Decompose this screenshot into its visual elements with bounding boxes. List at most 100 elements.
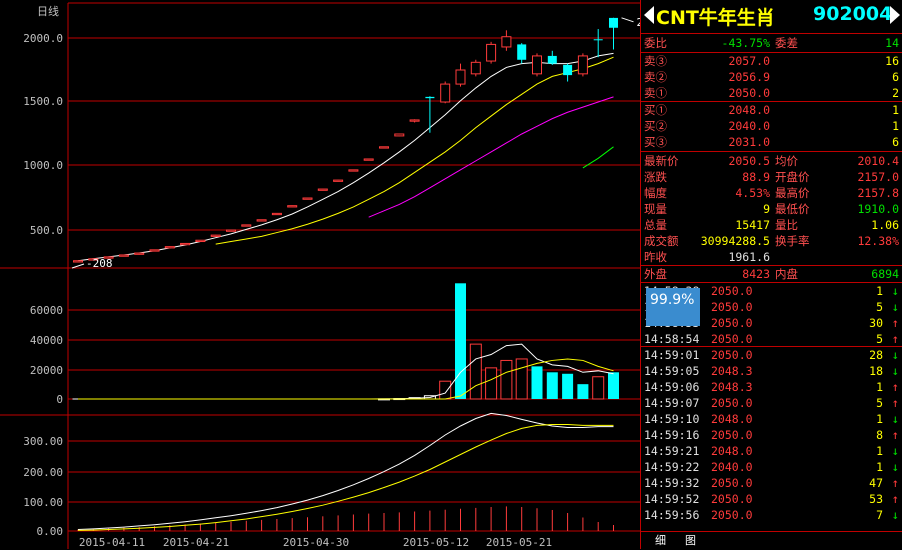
period-label: 日线	[37, 4, 59, 18]
quote-label: 成交额	[644, 234, 679, 248]
bid-price: 2040.0	[728, 119, 770, 133]
bid-volume: 1	[892, 119, 899, 133]
volume-axis-label: 0	[56, 393, 63, 406]
indicator-axis-label: 0.00	[37, 525, 64, 538]
ask-label: 卖①	[644, 86, 667, 100]
tick-row: 14:59:52 2050.0 53 ↑	[641, 491, 902, 507]
volume-axis-label: 20000	[30, 364, 63, 377]
quote-row: 昨收 1961.6	[641, 249, 902, 265]
outer-inner-row: 外盘 8423 内盘 6894	[641, 266, 902, 282]
indicator-axis-label: 200.00	[23, 466, 63, 479]
quote-value: 12.38%	[857, 234, 899, 248]
quote-label: 量比	[775, 218, 798, 232]
tick-volume: 7	[876, 508, 883, 522]
candle-body	[563, 64, 573, 76]
quote-row: 幅度 4.53% 最高价 2157.8	[641, 185, 902, 201]
tick-row: 14:59:07 2050.0 5 ↑	[641, 395, 902, 411]
tick-direction-icon: ↑	[891, 316, 899, 330]
ask-row: 卖① 2050.0 2	[641, 85, 902, 101]
wc-label: 委差	[775, 36, 798, 50]
bid-label: 买②	[644, 119, 667, 133]
tick-price: 2050.0	[711, 316, 753, 330]
candle-body	[593, 39, 603, 41]
tab-detail[interactable]: 细	[655, 533, 666, 548]
tick-price: 2050.0	[711, 492, 753, 506]
indicator-axis-label: 300.00	[23, 435, 63, 448]
quote-row: 现量 9 最低价 1910.0	[641, 201, 902, 217]
tick-volume: 1	[876, 412, 883, 426]
inner-label: 内盘	[775, 267, 798, 281]
volume-axis: 60000 40000 20000 0	[30, 304, 63, 406]
tick-time: 14:59:16	[644, 428, 700, 442]
tick-time: 14:59:32	[644, 476, 700, 490]
tick-volume: 5	[876, 332, 883, 346]
tick-row: 14:59:16 2050.0 8 ↑	[641, 427, 902, 443]
tick-row: 14:59:05 2048.3 18 ↓	[641, 363, 902, 379]
tick-volume: 5	[876, 396, 883, 410]
quote-value: 15417	[735, 218, 770, 232]
tick-direction-icon: ↑	[891, 332, 899, 346]
candle-body	[486, 43, 497, 62]
tick-divider	[641, 346, 902, 347]
candle-body	[532, 55, 542, 75]
candle-body	[348, 169, 359, 172]
quote-label: 最高价	[775, 186, 810, 200]
tick-row: 14:59:56 2050.0 7 ↓	[641, 507, 902, 523]
tab-chart[interactable]: 图	[685, 533, 696, 548]
candle-body	[271, 212, 282, 216]
tick-time: 14:59:07	[644, 396, 700, 410]
ma20-line	[368, 96, 614, 218]
candle-body	[440, 83, 451, 103]
quote-label: 昨收	[644, 250, 667, 264]
prev-stock-icon[interactable]	[644, 6, 654, 24]
indicator-axis-label: 100.00	[23, 496, 63, 509]
tick-time: 14:59:01	[644, 348, 700, 362]
tick-price: 2050.0	[711, 476, 753, 490]
tick-volume: 1	[876, 284, 883, 298]
quote-value: 2157.0	[857, 170, 899, 184]
kline-chart[interactable]: 日线 2000.0 1500.0 1000.0 500.0 60000 40000 200…	[0, 0, 640, 549]
candle-body	[149, 249, 160, 252]
tick-price: 2048.3	[711, 364, 753, 378]
ask-price: 2056.9	[728, 70, 770, 84]
date-label: 2015-04-11	[79, 536, 145, 549]
quote-label: 幅度	[644, 186, 667, 200]
ask-price: 2050.0	[728, 86, 770, 100]
tick-volume: 1	[876, 380, 883, 394]
price-axis-label: 1000.0	[23, 159, 63, 172]
bid-label: 买③	[644, 135, 667, 149]
volume-bar	[485, 367, 498, 400]
tick-time: 14:59:56	[644, 508, 700, 522]
candle-body	[195, 239, 206, 243]
tick-direction-icon: ↑	[891, 380, 899, 394]
tick-row: 14:59:10 2048.0 1 ↓	[641, 411, 902, 427]
stock-code: 902004	[813, 3, 893, 25]
wb-value: -43.75%	[721, 36, 770, 50]
tick-time: 14:59:22	[644, 460, 700, 474]
tick-price: 2048.0	[711, 444, 753, 458]
next-stock-icon[interactable]	[890, 6, 900, 24]
bottom-tabs: 细 图	[641, 531, 902, 550]
date-axis: 2015-04-11 2015-04-21 2015-04-30 2015-05-12…	[79, 536, 552, 549]
candle-body	[379, 146, 389, 149]
tick-time: 14:59:21	[644, 444, 700, 458]
tick-price: 2040.0	[711, 460, 753, 474]
tick-volume: 8	[876, 428, 883, 442]
tick-time: 14:59:52	[644, 492, 700, 506]
date-label: 2015-04-21	[163, 536, 229, 549]
tick-price: 2050.0	[711, 332, 753, 346]
candle-body	[517, 44, 527, 60]
quote-label: 现量	[644, 202, 667, 216]
quote-value: 2157.8	[857, 186, 899, 200]
candle-body	[256, 219, 267, 222]
candle-body	[409, 119, 420, 122]
volume-bar	[500, 359, 513, 400]
tick-volume: 28	[869, 348, 883, 362]
quote-label: 换手率	[775, 234, 810, 248]
quote-row: 涨跌 88.9 开盘价 2157.0	[641, 169, 902, 185]
ask-row: 卖② 2056.9 6	[641, 69, 902, 85]
tick-price: 2048.3	[711, 380, 753, 394]
zoom-badge: 99.9%	[646, 288, 700, 326]
quote-value: 1.06	[871, 218, 899, 232]
bid-price: 2031.0	[728, 135, 770, 149]
